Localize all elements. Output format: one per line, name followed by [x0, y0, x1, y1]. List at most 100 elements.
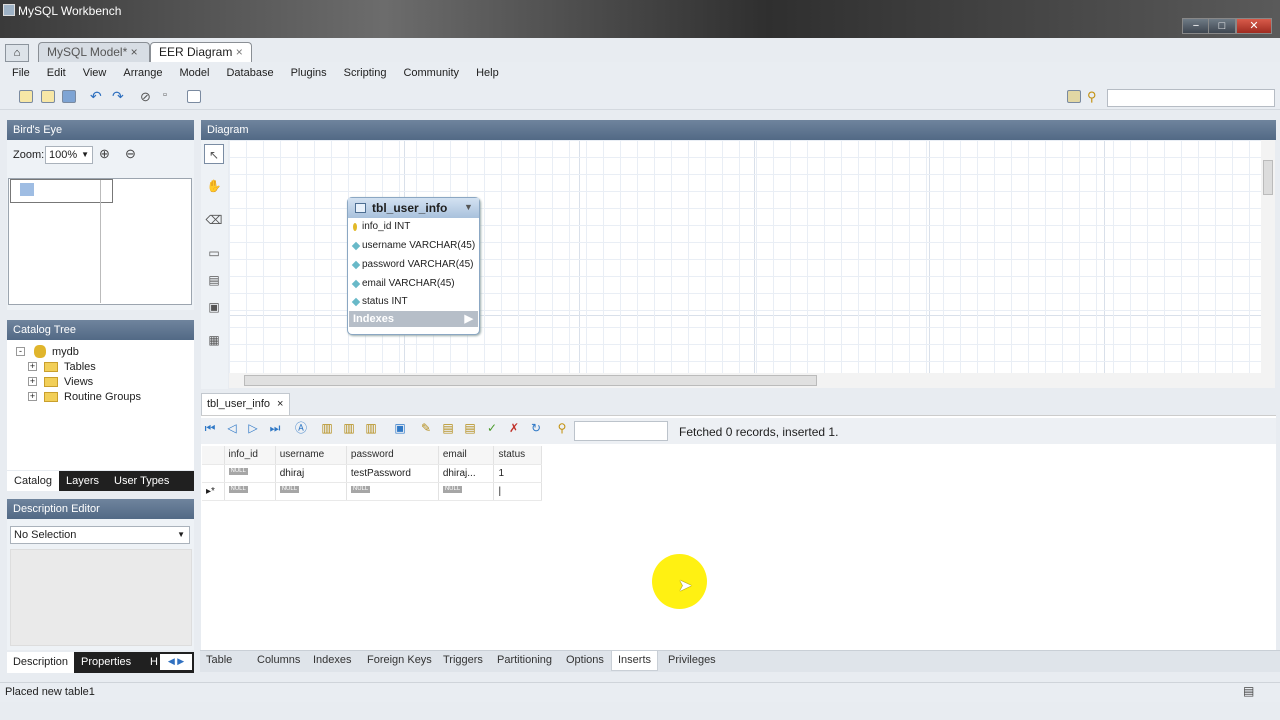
output-panel-icon[interactable]: ▤: [1243, 684, 1254, 698]
save-icon[interactable]: [62, 90, 76, 103]
new-diagram-icon[interactable]: [187, 90, 201, 103]
tab-catalog[interactable]: Catalog: [7, 471, 59, 491]
tab-privileges[interactable]: Privileges: [662, 651, 722, 671]
column-header[interactable]: email: [438, 446, 495, 465]
menu-item-plugins[interactable]: Plugins: [291, 67, 327, 79]
undo-icon[interactable]: ↶: [90, 88, 102, 105]
select-tool-icon[interactable]: ↖: [204, 144, 224, 164]
last-record-icon[interactable]: ⏭: [268, 421, 282, 435]
column-header[interactable]: info_id: [224, 446, 276, 465]
table-tool-icon[interactable]: ▦: [204, 330, 224, 350]
toggle-grid-icon[interactable]: ⊘: [140, 89, 151, 105]
result-grid[interactable]: info_id username password email status N…: [202, 446, 542, 501]
tab-layers[interactable]: Layers: [66, 471, 99, 491]
discard-changes-icon[interactable]: ✗: [507, 421, 521, 435]
close-window-button[interactable]: ✕: [1236, 18, 1272, 34]
first-record-icon[interactable]: ⏮: [203, 421, 217, 435]
menu-item-help[interactable]: Help: [476, 67, 499, 79]
tab-scroll-arrows-icon[interactable]: ◀ ▶: [160, 654, 192, 670]
tree-item-views[interactable]: Views: [64, 376, 93, 388]
entity-tbl-user-info[interactable]: tbl_user_info ▼ info_id INT username VAR…: [347, 197, 480, 335]
zoom-select[interactable]: 100% ▼: [45, 146, 93, 164]
image-tool-icon[interactable]: ▣: [204, 297, 224, 317]
entity-header[interactable]: tbl_user_info: [348, 198, 479, 218]
menu-item-file[interactable]: File: [12, 67, 30, 79]
filter-input[interactable]: [574, 421, 668, 441]
tree-item-db[interactable]: mydb: [52, 346, 79, 358]
home-tab-icon[interactable]: ⌂: [5, 44, 29, 62]
column-header[interactable]: status: [493, 446, 542, 465]
search-input[interactable]: [1107, 89, 1275, 107]
note-tool-icon[interactable]: ▤: [204, 270, 224, 290]
insert-row-icon[interactable]: ▤: [441, 421, 455, 435]
table-cell[interactable]: NULL: [224, 464, 276, 483]
tab-user-types[interactable]: User Types: [114, 471, 169, 491]
table-cell[interactable]: NULL: [275, 482, 347, 501]
column-header[interactable]: password: [346, 446, 439, 465]
catalog-tree[interactable]: [7, 340, 194, 470]
zoom-out-icon[interactable]: ⊖: [125, 146, 136, 162]
table-cell[interactable]: |: [493, 482, 542, 501]
eraser-tool-icon[interactable]: ⌫: [204, 210, 224, 230]
layer-tool-icon[interactable]: ▭: [204, 243, 224, 263]
align-icon[interactable]: ▫: [163, 89, 167, 101]
expand-icon[interactable]: +: [28, 362, 37, 371]
tab-history[interactable]: H: [150, 652, 158, 673]
tab-mysql-model[interactable]: MySQL Model* ×: [38, 42, 150, 62]
tab-eer-diagram[interactable]: EER Diagram ×: [150, 42, 252, 62]
tab-tbl-user-info[interactable]: tbl_user_info ×: [201, 393, 290, 415]
column-status[interactable]: status INT: [352, 293, 477, 311]
menu-item-model[interactable]: Model: [180, 67, 210, 79]
column-password[interactable]: password VARCHAR(45): [352, 256, 477, 274]
refresh-icon[interactable]: ↻: [529, 421, 543, 435]
previous-record-icon[interactable]: ◁: [225, 421, 239, 435]
panel-toggle-icon[interactable]: [1067, 90, 1081, 103]
fit-columns-icon[interactable]: ▥: [342, 421, 356, 435]
close-icon[interactable]: ×: [277, 394, 283, 415]
menu-item-edit[interactable]: Edit: [47, 67, 66, 79]
table-cell[interactable]: dhiraj: [275, 464, 347, 483]
close-icon[interactable]: ×: [236, 45, 243, 59]
indexes-section[interactable]: Indexes ▶: [349, 311, 478, 327]
column-info-id[interactable]: info_id INT: [352, 218, 477, 236]
column-header[interactable]: username: [275, 446, 347, 465]
delete-row-icon[interactable]: ▤: [463, 421, 477, 435]
tab-partitioning[interactable]: Partitioning: [491, 651, 558, 671]
column-username[interactable]: username VARCHAR(45): [352, 237, 477, 255]
vertical-scroll-thumb[interactable]: [1263, 160, 1273, 195]
export-icon[interactable]: ▣: [393, 421, 407, 435]
new-model-icon[interactable]: [19, 90, 33, 103]
table-row[interactable]: NULL dhiraj testPassword dhiraj... 1: [202, 464, 542, 483]
tab-triggers[interactable]: Triggers: [437, 651, 489, 671]
tab-description[interactable]: Description: [7, 652, 74, 673]
table-cell[interactable]: testPassword: [346, 464, 439, 483]
column-email[interactable]: email VARCHAR(45): [352, 275, 477, 293]
tab-indexes[interactable]: Indexes: [307, 651, 358, 671]
table-cell[interactable]: 1: [493, 464, 542, 483]
tab-table[interactable]: Table: [200, 651, 238, 671]
expand-icon[interactable]: +: [28, 377, 37, 386]
edit-record-icon[interactable]: ✎: [419, 421, 433, 435]
tab-foreign-keys[interactable]: Foreign Keys: [361, 651, 438, 671]
wrap-text-icon[interactable]: Ⓐ: [294, 421, 308, 435]
close-icon[interactable]: ×: [131, 45, 138, 59]
tab-columns[interactable]: Columns: [251, 651, 306, 671]
table-cell[interactable]: dhiraj...: [438, 464, 495, 483]
tab-properties[interactable]: Properties: [81, 652, 131, 673]
redo-icon[interactable]: ↷: [112, 88, 124, 105]
chevron-down-icon[interactable]: ▼: [464, 202, 473, 212]
expand-icon[interactable]: +: [28, 392, 37, 401]
table-cell[interactable]: NULL: [346, 482, 439, 501]
autosize-icon[interactable]: ▥: [320, 421, 334, 435]
maximize-button[interactable]: □: [1208, 18, 1236, 34]
description-textarea[interactable]: [10, 549, 192, 646]
menu-item-community[interactable]: Community: [403, 67, 459, 79]
menu-item-view[interactable]: View: [83, 67, 107, 79]
menu-item-database[interactable]: Database: [226, 67, 273, 79]
menu-item-arrange[interactable]: Arrange: [123, 67, 162, 79]
next-record-icon[interactable]: ▷: [246, 421, 260, 435]
tab-inserts[interactable]: Inserts: [611, 651, 659, 671]
table-cell[interactable]: NULL: [438, 482, 495, 501]
tree-item-tables[interactable]: Tables: [64, 361, 96, 373]
hand-tool-icon[interactable]: ✋: [204, 176, 224, 196]
